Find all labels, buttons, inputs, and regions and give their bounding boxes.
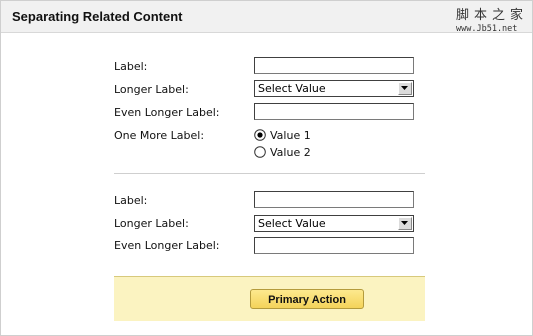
text-field-1[interactable] xyxy=(254,57,414,74)
radio-label-2: Value 2 xyxy=(270,146,311,159)
dropdown-button[interactable] xyxy=(398,82,412,95)
select-value: Select Value xyxy=(258,217,326,230)
chevron-down-icon xyxy=(401,221,408,225)
select-value: Select Value xyxy=(258,82,326,95)
action-bar: Primary Action xyxy=(114,276,425,321)
header-bar: Separating Related Content 脚本之家 www.Jb51… xyxy=(1,1,532,34)
label-longer: Longer Label: xyxy=(114,83,189,96)
radio-label-1: Value 1 xyxy=(270,129,311,142)
window-frame: Separating Related Content 脚本之家 www.Jb51… xyxy=(0,0,533,336)
radio-unselected-icon[interactable] xyxy=(254,146,266,158)
label-longer-section-2: Longer Label: xyxy=(114,217,189,230)
text-field-even-longer[interactable] xyxy=(254,103,414,120)
dropdown-button[interactable] xyxy=(398,217,412,230)
select-longer-section-2[interactable]: Select Value xyxy=(254,215,414,232)
primary-action-button[interactable]: Primary Action xyxy=(250,289,364,309)
select-longer[interactable]: Select Value xyxy=(254,80,414,97)
watermark-text: 脚本之家 xyxy=(456,8,529,23)
chevron-down-icon xyxy=(401,86,408,90)
radio-selected-icon[interactable] xyxy=(254,129,266,141)
label-1-section-2: Label: xyxy=(114,194,148,207)
page-title: Separating Related Content xyxy=(12,9,183,24)
text-field-1-section-2[interactable] xyxy=(254,191,414,208)
text-field-even-longer-section-2[interactable] xyxy=(254,237,414,254)
watermark-url: www.Jb51.net xyxy=(456,24,518,34)
label-even-longer-section-2: Even Longer Label: xyxy=(114,239,220,252)
label-one-more: One More Label: xyxy=(114,129,205,142)
label-even-longer: Even Longer Label: xyxy=(114,106,220,119)
section-divider xyxy=(114,173,425,174)
label-1: Label: xyxy=(114,60,148,73)
